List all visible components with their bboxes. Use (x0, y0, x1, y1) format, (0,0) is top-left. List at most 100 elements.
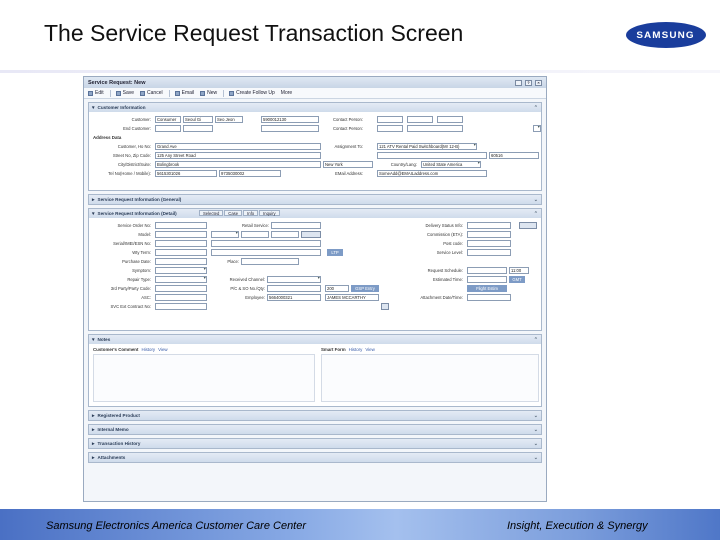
pic-field[interactable] (267, 285, 321, 292)
post-code-label: Post code: (443, 241, 463, 246)
request-date-field[interactable] (467, 267, 507, 274)
notes-panel: ▾ Notes ⌃ Customer's Comment History View … (88, 334, 542, 407)
employee-id-field[interactable]: 5664000321 (267, 294, 321, 301)
third-party-label: 3rd Party/Party Code: (110, 286, 151, 291)
tab-case[interactable]: Case (224, 210, 243, 216)
attachment-date-field[interactable] (467, 294, 511, 301)
sr-detail-header[interactable]: ▾ Service Request Information (Detail) ⌃ (89, 209, 541, 218)
delivery-lookup-button[interactable] (519, 222, 537, 229)
email-button[interactable]: Email (174, 90, 194, 96)
warranty-field[interactable] (155, 249, 207, 256)
warranty-label: Wty Term: (132, 250, 151, 255)
service-level-field[interactable] (467, 249, 511, 256)
edit-button[interactable]: Edit (88, 90, 104, 96)
cancel-button[interactable]: Cancel (140, 90, 163, 96)
comment-history-link[interactable]: History (141, 347, 155, 352)
retail-service-field[interactable] (271, 222, 321, 229)
model-lookup-button[interactable] (301, 231, 321, 238)
model-field[interactable] (155, 231, 207, 238)
registered-product-header[interactable]: ▸ Registered Product ⌄ (89, 411, 541, 420)
email-field[interactable]: SomeAdd@EMAILaddress.com (377, 170, 487, 177)
comment-view-link[interactable]: View (158, 347, 167, 352)
purchase-date-field[interactable] (155, 258, 207, 265)
smartform-view-link[interactable]: View (365, 347, 374, 352)
sr-general-header[interactable]: ▸ Service Request Information (General) … (89, 195, 541, 204)
view-icon[interactable] (515, 79, 522, 86)
tab-inquiry[interactable]: Inquiry (259, 210, 280, 216)
flight-estimate-button[interactable]: Flight Estim (467, 285, 507, 292)
expand-icon[interactable]: ⌄ (534, 427, 538, 433)
contact-person-2-name-field[interactable] (407, 125, 463, 132)
more-button[interactable]: More (281, 90, 292, 96)
employee-lookup-button[interactable] (381, 303, 389, 310)
address-field[interactable]: Grand Ave (155, 143, 321, 150)
internal-memo-header[interactable]: ▸ Internal Memo ⌄ (89, 425, 541, 434)
model-version-field[interactable] (271, 231, 299, 238)
contact-person-field-3[interactable] (437, 116, 463, 123)
close-icon[interactable]: × (535, 79, 542, 86)
symptom-field[interactable] (155, 267, 207, 274)
expand-icon[interactable]: ⌄ (534, 455, 538, 461)
model-code-field[interactable] (241, 231, 269, 238)
end-customer-field[interactable] (155, 125, 181, 132)
contact-person-2-field[interactable] (377, 125, 403, 132)
state-field[interactable]: New York (323, 161, 373, 168)
third-party-field[interactable] (155, 285, 207, 292)
attachment-date-label: Attachment Date/Time: (420, 295, 463, 300)
contact-person-field[interactable] (377, 116, 403, 123)
collapse-icon[interactable]: ⌃ (534, 211, 538, 217)
assignment-field[interactable]: 121 ATV Rental Paid Switchboard(Mr 12-B) (377, 143, 477, 150)
svc-contract-field[interactable] (155, 303, 207, 310)
collapse-icon[interactable]: ⌃ (534, 105, 538, 111)
gsp-entry-button[interactable]: GSP Entry (351, 285, 379, 292)
contact-person-field-2[interactable] (407, 116, 433, 123)
attachments-header[interactable]: ▸ Attachments ⌄ (89, 453, 541, 462)
customer-type-field[interactable]: Consumer (155, 116, 181, 123)
create-follow-up-button[interactable]: Create Follow Up (229, 90, 275, 96)
service-order-field[interactable] (155, 222, 207, 229)
customer-information-header[interactable]: ▾ Customer Information ⌃ (89, 103, 541, 112)
received-channel-field[interactable] (267, 276, 321, 283)
collapse-icon[interactable]: ⌃ (534, 337, 538, 343)
new-button[interactable]: New (200, 90, 217, 96)
place-field[interactable] (241, 258, 299, 265)
customer-comment-textarea[interactable] (93, 354, 315, 402)
smart-form-textarea[interactable] (321, 354, 539, 402)
contact-person-dropdown[interactable] (533, 125, 541, 132)
mobile-phone-field[interactable]: 9735030002 (219, 170, 281, 177)
commission-field[interactable] (467, 231, 511, 238)
help-icon[interactable]: ? (525, 79, 532, 86)
request-time-field[interactable]: 11:00 (509, 267, 529, 274)
post-code-field[interactable] (467, 240, 511, 247)
end-customer-id-field[interactable] (261, 125, 319, 132)
smartform-history-link[interactable]: History (349, 347, 363, 352)
repair-type-field[interactable] (155, 276, 207, 283)
customer-name-field[interactable]: Seoul Gi (183, 116, 213, 123)
employee-name-field[interactable]: JAMES MCCARTHY (325, 294, 379, 301)
customer-first-name-field[interactable]: Seo Jeon (215, 116, 243, 123)
serial-field[interactable] (155, 240, 207, 247)
asc-field[interactable] (155, 294, 207, 301)
customer-id-field[interactable]: 5900012130 (261, 116, 319, 123)
home-phone-field[interactable]: 5615301026 (155, 170, 217, 177)
zip-code-field[interactable]: 60516 (489, 152, 539, 159)
city-field[interactable]: Bolingbrook (155, 161, 321, 168)
expand-icon[interactable]: ⌄ (534, 197, 538, 203)
tab-info[interactable]: Info (243, 210, 259, 216)
model-detail-field[interactable] (211, 231, 239, 238)
warranty-term-field[interactable] (211, 249, 321, 256)
expand-icon[interactable]: ⌄ (534, 413, 538, 419)
country-field[interactable]: United State America (421, 161, 481, 168)
pic-qty-field[interactable]: 200 (325, 285, 349, 292)
expand-icon[interactable]: ⌄ (534, 441, 538, 447)
save-button[interactable]: Save (115, 90, 134, 96)
transaction-history-header[interactable]: ▸ Transaction History ⌄ (89, 439, 541, 448)
serial-detail-field[interactable] (211, 240, 321, 247)
street-field[interactable]: 125 Any Street Road (155, 152, 321, 159)
street-2-field[interactable] (377, 152, 487, 159)
end-customer-name-field[interactable] (183, 125, 213, 132)
estimated-date-field[interactable] (467, 276, 507, 283)
notes-header[interactable]: ▾ Notes ⌃ (89, 335, 541, 344)
tab-selected[interactable]: Selected (199, 210, 224, 216)
delivery-status-field[interactable] (467, 222, 511, 229)
